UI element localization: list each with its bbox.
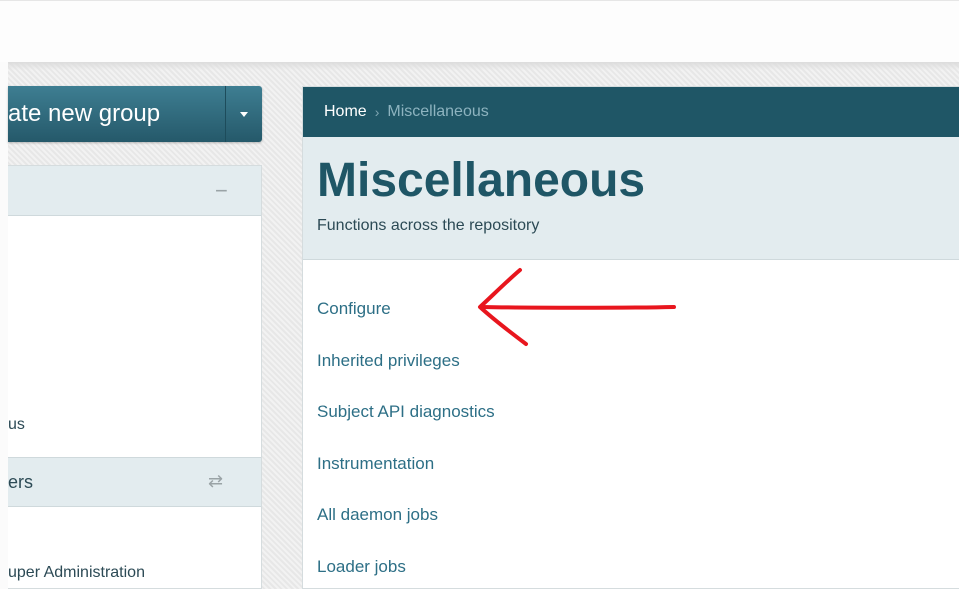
page-title: Miscellaneous [317,154,646,207]
breadcrumb-separator: › [374,104,380,120]
swap-arrows-icon[interactable]: ⇄ [208,471,223,492]
left-edge [0,62,8,589]
subject-api-diagnostics-link[interactable]: Subject API diagnostics [317,402,495,454]
loader-jobs-link[interactable]: Loader jobs [317,557,495,589]
left-menu-item-administration[interactable]: uper Administration [8,564,145,582]
function-links: Configure Inherited privileges Subject A… [317,299,495,589]
breadcrumb-home-link[interactable]: Home [324,103,367,121]
breadcrumb: Home › Miscellaneous [303,87,959,137]
inherited-privileges-link[interactable]: Inherited privileges [317,351,495,403]
minus-icon[interactable]: − [215,180,228,202]
left-menu-item[interactable]: us [8,416,25,434]
instrumentation-link[interactable]: Instrumentation [317,454,495,506]
create-new-group-button[interactable]: ate new group [8,86,225,142]
banner-shadow [0,62,959,70]
left-panel-header: − [8,166,261,216]
breadcrumb-current: Miscellaneous [387,103,489,120]
page-subtitle: Functions across the repository [317,217,540,234]
page-header: Miscellaneous Functions across the repos… [303,137,959,260]
create-group-dropdown-toggle[interactable] [225,86,262,142]
top-banner [0,0,959,62]
left-subheader-label: ers [8,472,34,492]
left-panel-subheader: ers ⇄ [8,457,261,507]
create-new-group-button-group: ate new group [8,86,262,142]
red-arrow-icon [478,268,676,346]
left-panel: − us ers ⇄ uper Administration [8,165,262,589]
all-daemon-jobs-link[interactable]: All daemon jobs [317,505,495,557]
caret-down-icon [240,111,248,117]
configure-link[interactable]: Configure [317,299,495,351]
